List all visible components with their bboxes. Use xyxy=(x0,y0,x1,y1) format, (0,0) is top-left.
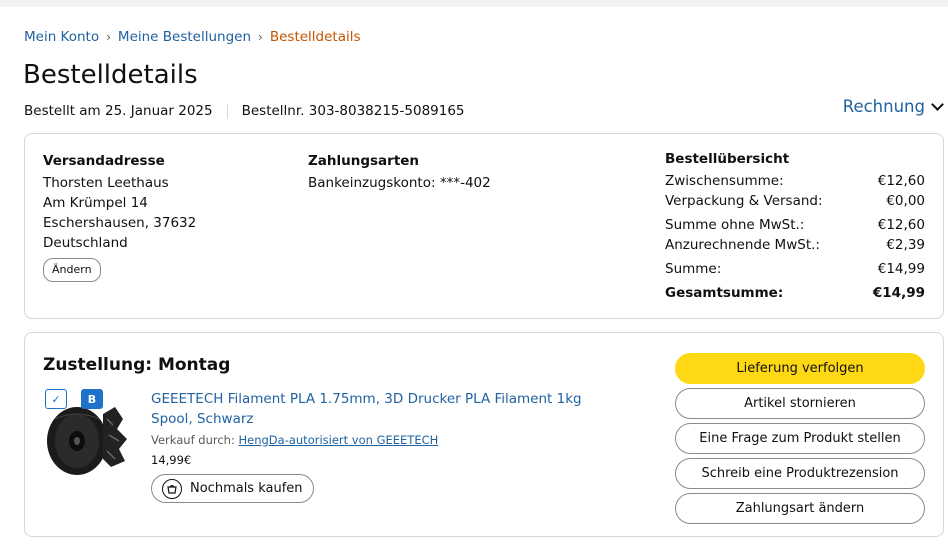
order-summary: Bestellübersicht Zwischensumme: €12,60 V… xyxy=(665,151,925,303)
track-package-button[interactable]: Lieferung verfolgen xyxy=(675,353,925,384)
invoice-dropdown[interactable]: Rechnung xyxy=(842,97,944,116)
delivery-box: Zustellung: Montag ✓ B GEEETECH Filament… xyxy=(24,332,944,537)
chevron-down-icon xyxy=(931,97,944,111)
cancel-item-button[interactable]: Artikel stornieren xyxy=(675,388,925,419)
write-review-button[interactable]: Schreib eine Produktrezension xyxy=(675,458,925,489)
order-actions: Lieferung verfolgen Artikel stornieren E… xyxy=(675,353,925,528)
edit-address-button[interactable]: Ändern xyxy=(43,258,101,282)
summary-label: Zwischensumme: xyxy=(665,173,784,189)
seller-info: Verkauf durch: HengDa-autorisiert von GE… xyxy=(151,433,438,447)
summary-value: €14,99 xyxy=(872,285,925,301)
meta-divider xyxy=(226,103,228,119)
summary-total-row: Gesamtsumme: €14,99 xyxy=(665,283,925,303)
address-line: Thorsten Leethaus xyxy=(43,175,169,191)
buy-again-button[interactable]: Nochmals kaufen xyxy=(151,474,314,503)
rebuy-icon xyxy=(162,478,182,499)
seller-link[interactable]: HengDa-autorisiert von GEEETECH xyxy=(238,433,438,447)
ask-question-button[interactable]: Eine Frage zum Produkt stellen xyxy=(675,423,925,454)
breadcrumb-separator: › xyxy=(258,30,263,44)
address-line: Deutschland xyxy=(43,235,128,251)
b-badge-icon: B xyxy=(81,389,103,409)
breadcrumb: Mein Konto › Meine Bestellungen › Bestel… xyxy=(24,29,361,45)
breadcrumb-separator: › xyxy=(106,30,111,44)
order-date: Bestellt am 25. Januar 2025 xyxy=(24,103,213,119)
order-info-box: Versandadresse Thorsten Leethaus Am Krüm… xyxy=(24,133,944,319)
check-icon: ✓ xyxy=(45,389,67,409)
summary-heading: Bestellübersicht xyxy=(665,151,790,167)
product-title-link[interactable]: GEEETECH Filament PLA 1.75mm, 3D Drucker… xyxy=(151,389,621,429)
invoice-label: Rechnung xyxy=(842,97,925,116)
product-price: 14,99€ xyxy=(151,453,192,467)
breadcrumb-my-account[interactable]: Mein Konto xyxy=(24,29,99,45)
summary-label: Verpackung & Versand: xyxy=(665,193,823,209)
product-image[interactable]: ✓ B xyxy=(43,389,135,479)
address-line: Eschershausen, 37632 xyxy=(43,215,197,231)
page-title: Bestelldetails xyxy=(23,60,198,90)
order-number: Bestellnr. 303-8038215-5089165 xyxy=(241,103,465,119)
summary-row: Verpackung & Versand: €0,00 xyxy=(665,191,925,211)
summary-label: Gesamtsumme: xyxy=(665,285,784,301)
summary-value: €2,39 xyxy=(886,237,925,253)
summary-label: Summe ohne MwSt.: xyxy=(665,217,805,233)
payment-methods: Zahlungsarten Bankeinzugskonto: ***-402 xyxy=(308,151,491,193)
summary-row: Summe: €14,99 xyxy=(665,259,925,279)
summary-value: €14,99 xyxy=(877,261,925,277)
shipping-address: Versandadresse Thorsten Leethaus Am Krüm… xyxy=(43,151,196,282)
summary-label: Summe: xyxy=(665,261,722,277)
shipping-heading: Versandadresse xyxy=(43,153,165,169)
delivery-heading: Zustellung: Montag xyxy=(43,355,231,375)
summary-value: €12,60 xyxy=(877,173,925,189)
seller-prefix: Verkauf durch: xyxy=(151,433,235,447)
breadcrumb-my-orders[interactable]: Meine Bestellungen xyxy=(118,29,251,45)
order-meta: Bestellt am 25. Januar 2025 Bestellnr. 3… xyxy=(24,103,465,119)
payment-method: Bankeinzugskonto: ***-402 xyxy=(308,175,491,191)
summary-value: €12,60 xyxy=(877,217,925,233)
summary-value: €0,00 xyxy=(886,193,925,209)
change-payment-button[interactable]: Zahlungsart ändern xyxy=(675,493,925,524)
address-line: Am Krümpel 14 xyxy=(43,195,148,211)
summary-label: Anzurechnende MwSt.: xyxy=(665,237,820,253)
buy-again-label: Nochmals kaufen xyxy=(190,481,303,496)
breadcrumb-current: Bestelldetails xyxy=(269,29,361,45)
summary-row: Anzurechnende MwSt.: €2,39 xyxy=(665,235,925,255)
page: Mein Konto › Meine Bestellungen › Bestel… xyxy=(0,7,948,545)
summary-row: Summe ohne MwSt.: €12,60 xyxy=(665,215,925,235)
summary-row: Zwischensumme: €12,60 xyxy=(665,171,925,191)
payment-heading: Zahlungsarten xyxy=(308,153,420,169)
